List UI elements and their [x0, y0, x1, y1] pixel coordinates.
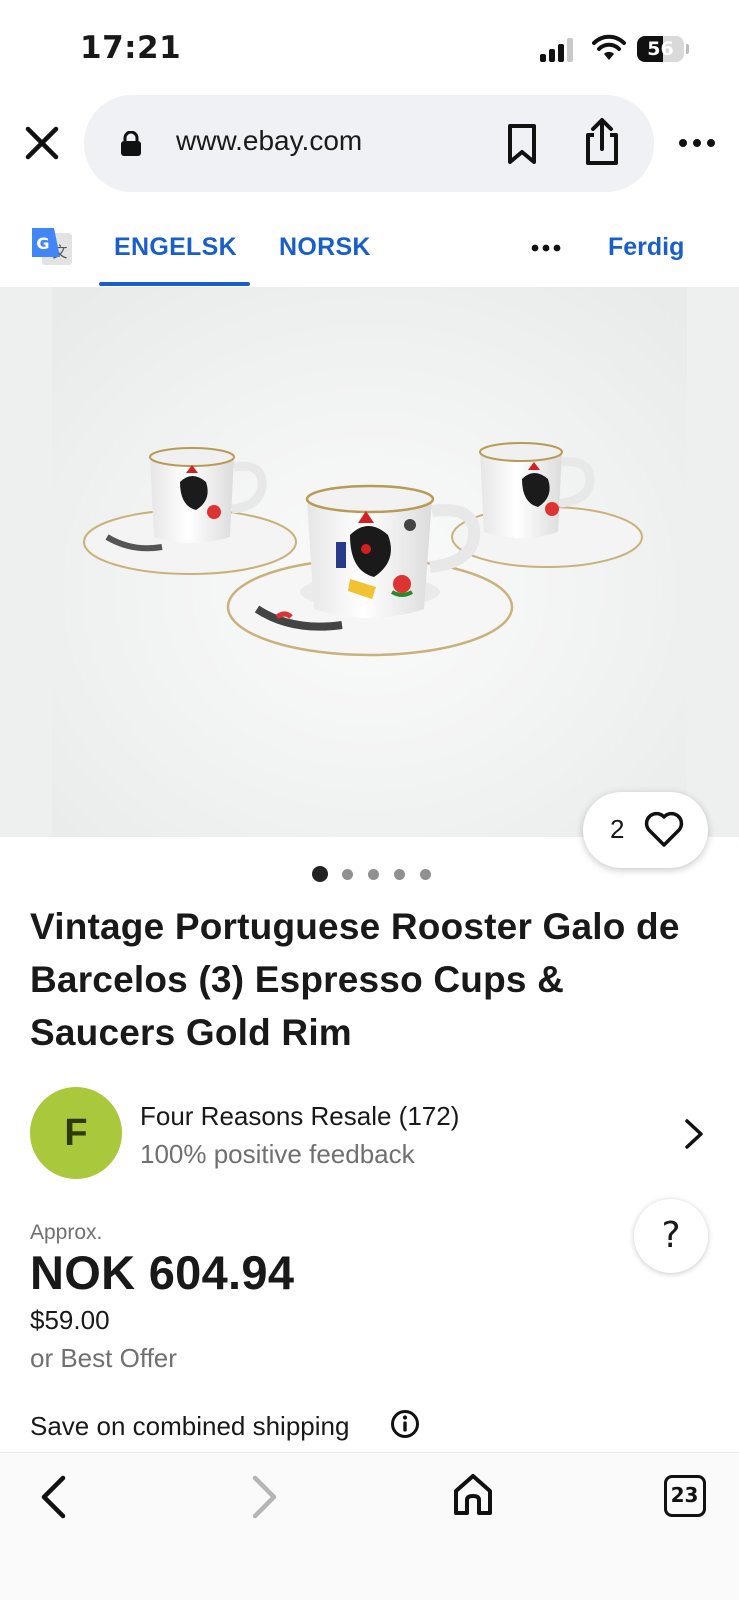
help-button[interactable]: ?: [634, 1199, 708, 1273]
avatar: F: [30, 1087, 122, 1179]
price-original: $59.00: [30, 1305, 110, 1335]
status-time: 17:21: [80, 30, 182, 66]
share-icon[interactable]: [582, 117, 622, 167]
info-icon[interactable]: [390, 1409, 420, 1439]
browser-toolbar: 23: [0, 1452, 739, 1600]
back-icon[interactable]: [38, 1474, 68, 1520]
pagination-dot[interactable]: [312, 866, 328, 882]
browser-address-bar: www.ebay.com: [0, 95, 739, 205]
active-tab-indicator: [99, 282, 250, 286]
price-converted: NOK 604.94: [30, 1246, 295, 1299]
url-text: www.ebay.com: [176, 125, 363, 156]
pagination-dot[interactable]: [394, 869, 405, 880]
done-button[interactable]: Ferdig: [608, 233, 684, 262]
more-icon[interactable]: [531, 243, 561, 253]
seller-feedback: 100% positive feedback: [140, 1139, 415, 1169]
approx-label: Approx.: [30, 1221, 103, 1244]
battery-icon: 56: [637, 36, 689, 62]
watch-count: 2: [610, 814, 625, 844]
translate-bar: 文 G ENGELSK NORSK Ferdig: [0, 205, 739, 287]
tabs-button[interactable]: 23: [664, 1475, 706, 1517]
close-icon[interactable]: [22, 123, 62, 163]
svg-text:G: G: [36, 234, 49, 253]
wifi-icon: [592, 34, 626, 60]
image-pagination: [312, 866, 437, 882]
seller-name: Four Reasons Resale (172): [140, 1101, 460, 1131]
heart-icon: [644, 811, 684, 847]
pagination-dot[interactable]: [342, 869, 353, 880]
chevron-right-icon[interactable]: [682, 1117, 706, 1151]
lock-icon: [121, 131, 141, 156]
battery-percentage: 56: [647, 38, 674, 60]
listing-title: Vintage Portuguese Rooster Galo de Barce…: [30, 906, 680, 1053]
tab-english[interactable]: ENGELSK: [114, 233, 237, 262]
avatar-initial: F: [64, 1112, 88, 1154]
pagination-dot[interactable]: [420, 869, 431, 880]
home-icon[interactable]: [452, 1472, 494, 1518]
forward-icon[interactable]: [250, 1474, 280, 1520]
combined-shipping-label[interactable]: Save on combined shipping: [30, 1411, 349, 1442]
more-icon[interactable]: [678, 135, 716, 151]
help-icon: ?: [661, 1215, 681, 1256]
url-field[interactable]: www.ebay.com: [84, 95, 654, 192]
seller-info[interactable]: F Four Reasons Resale (172) 100% positiv…: [30, 1087, 720, 1179]
tab-count: 23: [670, 1483, 699, 1507]
status-bar: 17:21 56: [0, 0, 739, 95]
best-offer-label: or Best Offer: [30, 1343, 177, 1373]
bookmark-icon[interactable]: [504, 123, 540, 165]
tab-norwegian[interactable]: NORSK: [279, 233, 371, 262]
cellular-signal-icon: [540, 38, 578, 62]
google-translate-icon[interactable]: 文 G: [30, 225, 74, 269]
pagination-dot[interactable]: [368, 869, 379, 880]
watchlist-button[interactable]: 2: [583, 792, 708, 868]
product-image[interactable]: [52, 287, 687, 837]
product-image-gallery[interactable]: [0, 287, 739, 837]
